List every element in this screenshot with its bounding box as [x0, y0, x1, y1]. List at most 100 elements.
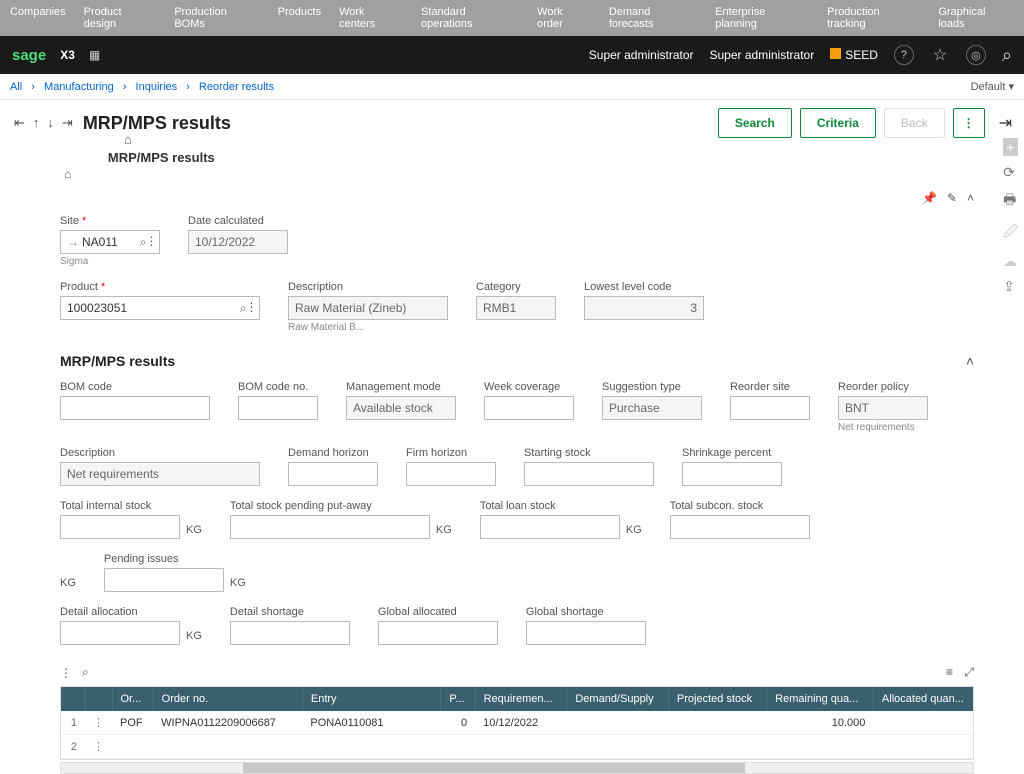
search-button[interactable]: Search	[718, 108, 792, 138]
horizontal-scrollbar[interactable]	[60, 762, 974, 774]
criteria-button[interactable]: Criteria	[800, 108, 876, 138]
breadcrumb-inquiries[interactable]: Inquiries	[136, 81, 178, 93]
nav-enterprise-planning[interactable]: Enterprise planning	[715, 6, 809, 30]
user-label-1[interactable]: Super administrator	[589, 48, 694, 62]
top-nav: Companies Product design Production BOMs…	[0, 0, 1024, 36]
row-menu-icon[interactable]: ⋮	[85, 711, 112, 735]
share-icon[interactable]: ⇪	[1003, 278, 1018, 295]
table-search-icon[interactable]: ⌕	[82, 665, 89, 680]
col-orderno[interactable]: Order no.	[153, 687, 302, 711]
default-dropdown[interactable]: Default ▾	[971, 80, 1014, 93]
totloan-input[interactable]	[480, 515, 620, 539]
cloud-icon[interactable]: ☁	[1003, 253, 1018, 270]
unit-kg: KG	[436, 524, 452, 536]
startstock-input[interactable]	[524, 462, 654, 486]
nav-product-design[interactable]: Product design	[84, 6, 157, 30]
edit-icon[interactable]: ✎	[947, 191, 957, 205]
detshort-label: Detail shortage	[230, 606, 350, 618]
bomcode-input[interactable]	[60, 396, 210, 420]
nav-work-centers[interactable]: Work centers	[339, 6, 403, 30]
bomcodeno-input[interactable]	[238, 396, 318, 420]
exit-icon[interactable]: ⇥	[999, 113, 1012, 133]
breadcrumb-all[interactable]: All	[10, 81, 22, 93]
totpend-input[interactable]	[230, 515, 430, 539]
nav-production-tracking[interactable]: Production tracking	[827, 6, 920, 30]
search-icon[interactable]: ⌕	[1002, 45, 1012, 66]
demhor-input[interactable]	[288, 462, 378, 486]
attach-icon[interactable]: 🖉	[1003, 221, 1018, 245]
col-menu[interactable]	[85, 687, 112, 711]
site-lookup-icon[interactable]: ⌕	[140, 235, 147, 249]
date-input[interactable]	[188, 230, 288, 254]
up-icon[interactable]: ↑	[31, 113, 42, 133]
help-icon[interactable]: ?	[894, 45, 914, 65]
category-label: Category	[476, 281, 556, 293]
breadcrumb-manufacturing[interactable]: Manufacturing	[44, 81, 114, 93]
nav-graphical-loads[interactable]: Graphical loads	[938, 6, 1014, 30]
breadcrumb-reorder[interactable]: Reorder results	[199, 81, 274, 93]
unit-kg: KG	[60, 577, 76, 589]
favorite-icon[interactable]: ☆	[930, 45, 950, 65]
page-title: MRP/MPS results	[83, 113, 231, 134]
col-entry[interactable]: Entry	[302, 687, 441, 711]
col-projected[interactable]: Projected stock	[668, 687, 766, 711]
shrinkage-input[interactable]	[682, 462, 782, 486]
table-layers-icon[interactable]: ≡	[946, 665, 953, 679]
product-input[interactable]: 100023051 ⌕ ⋮	[60, 296, 260, 320]
nav-companies[interactable]: Companies	[10, 6, 66, 30]
mgmt-label: Management mode	[346, 381, 456, 393]
print-icon[interactable]: 🖶	[1003, 189, 1018, 213]
table-row[interactable]: 1 ⋮ POF WIPNA0112209006687 PONA0110081 0…	[61, 711, 974, 735]
first-icon[interactable]: ⇤	[12, 113, 27, 133]
collapse-icon[interactable]: ˄	[967, 191, 974, 205]
table-expand-icon[interactable]: ⤢	[964, 665, 974, 679]
down-icon[interactable]: ↓	[45, 113, 56, 133]
last-icon[interactable]: ⇥	[60, 113, 75, 133]
col-allocated[interactable]: Allocated quan...	[873, 687, 974, 711]
site-menu-icon[interactable]: ⋮	[150, 235, 153, 249]
col-demand-supply[interactable]: Demand/Supply	[567, 687, 669, 711]
totsubcon-label: Total subcon. stock	[670, 500, 810, 512]
col-remaining[interactable]: Remaining qua...	[767, 687, 874, 711]
table-menu-icon[interactable]: ⋮	[60, 666, 72, 680]
shrinkage-label: Shrinkage percent	[682, 447, 782, 459]
side-toolbar: + ⟳ 🖶 🖉 ☁ ⇪	[1003, 138, 1018, 295]
col-or[interactable]: Or...	[112, 687, 153, 711]
pin-icon[interactable]: 📌	[922, 191, 937, 205]
col-blank[interactable]	[61, 687, 85, 711]
totloan-label: Total loan stock	[480, 500, 620, 512]
totint-input[interactable]	[60, 515, 180, 539]
product-name: X3	[60, 48, 75, 62]
home-icon[interactable]: ⌂	[124, 132, 132, 147]
product-menu-icon[interactable]: ⋮	[250, 301, 253, 315]
col-p[interactable]: P...	[441, 687, 475, 711]
nav-demand-forecasts[interactable]: Demand forecasts	[609, 6, 697, 30]
table-row[interactable]: 2 ⋮	[61, 735, 974, 759]
site-input[interactable]: →NA011 ⌕ ⋮	[60, 230, 160, 254]
description-input	[288, 296, 448, 320]
seed-label[interactable]: SEED	[830, 48, 878, 62]
totsubcon-input[interactable]	[670, 515, 810, 539]
nav-products[interactable]: Products	[278, 6, 321, 30]
firmhor-input[interactable]	[406, 462, 496, 486]
weekcov-label: Week coverage	[484, 381, 574, 393]
row-menu-icon[interactable]: ⋮	[85, 735, 112, 759]
calendar-icon[interactable]: ▦	[89, 48, 100, 62]
nav-production-boms[interactable]: Production BOMs	[174, 6, 259, 30]
refresh-icon[interactable]: ⟳	[1003, 164, 1018, 181]
compass-icon[interactable]: ◎	[966, 45, 986, 65]
reordersite-input[interactable]	[730, 396, 810, 420]
totint-label: Total internal stock	[60, 500, 180, 512]
results-collapse-icon[interactable]: ˄	[966, 353, 974, 369]
user-label-2[interactable]: Super administrator	[710, 48, 815, 62]
results-title: MRP/MPS results	[60, 353, 175, 369]
col-requirement[interactable]: Requiremen...	[475, 687, 567, 711]
pendissues-input[interactable]	[104, 568, 224, 592]
product-lookup-icon[interactable]: ⌕	[240, 301, 247, 315]
nav-standard-operations[interactable]: Standard operations	[421, 6, 519, 30]
more-button[interactable]: ⋮	[953, 108, 985, 138]
nav-work-order[interactable]: Work order	[537, 6, 591, 30]
back-button[interactable]: Back	[884, 108, 945, 138]
weekcov-input[interactable]	[484, 396, 574, 420]
add-icon[interactable]: +	[1003, 138, 1018, 156]
